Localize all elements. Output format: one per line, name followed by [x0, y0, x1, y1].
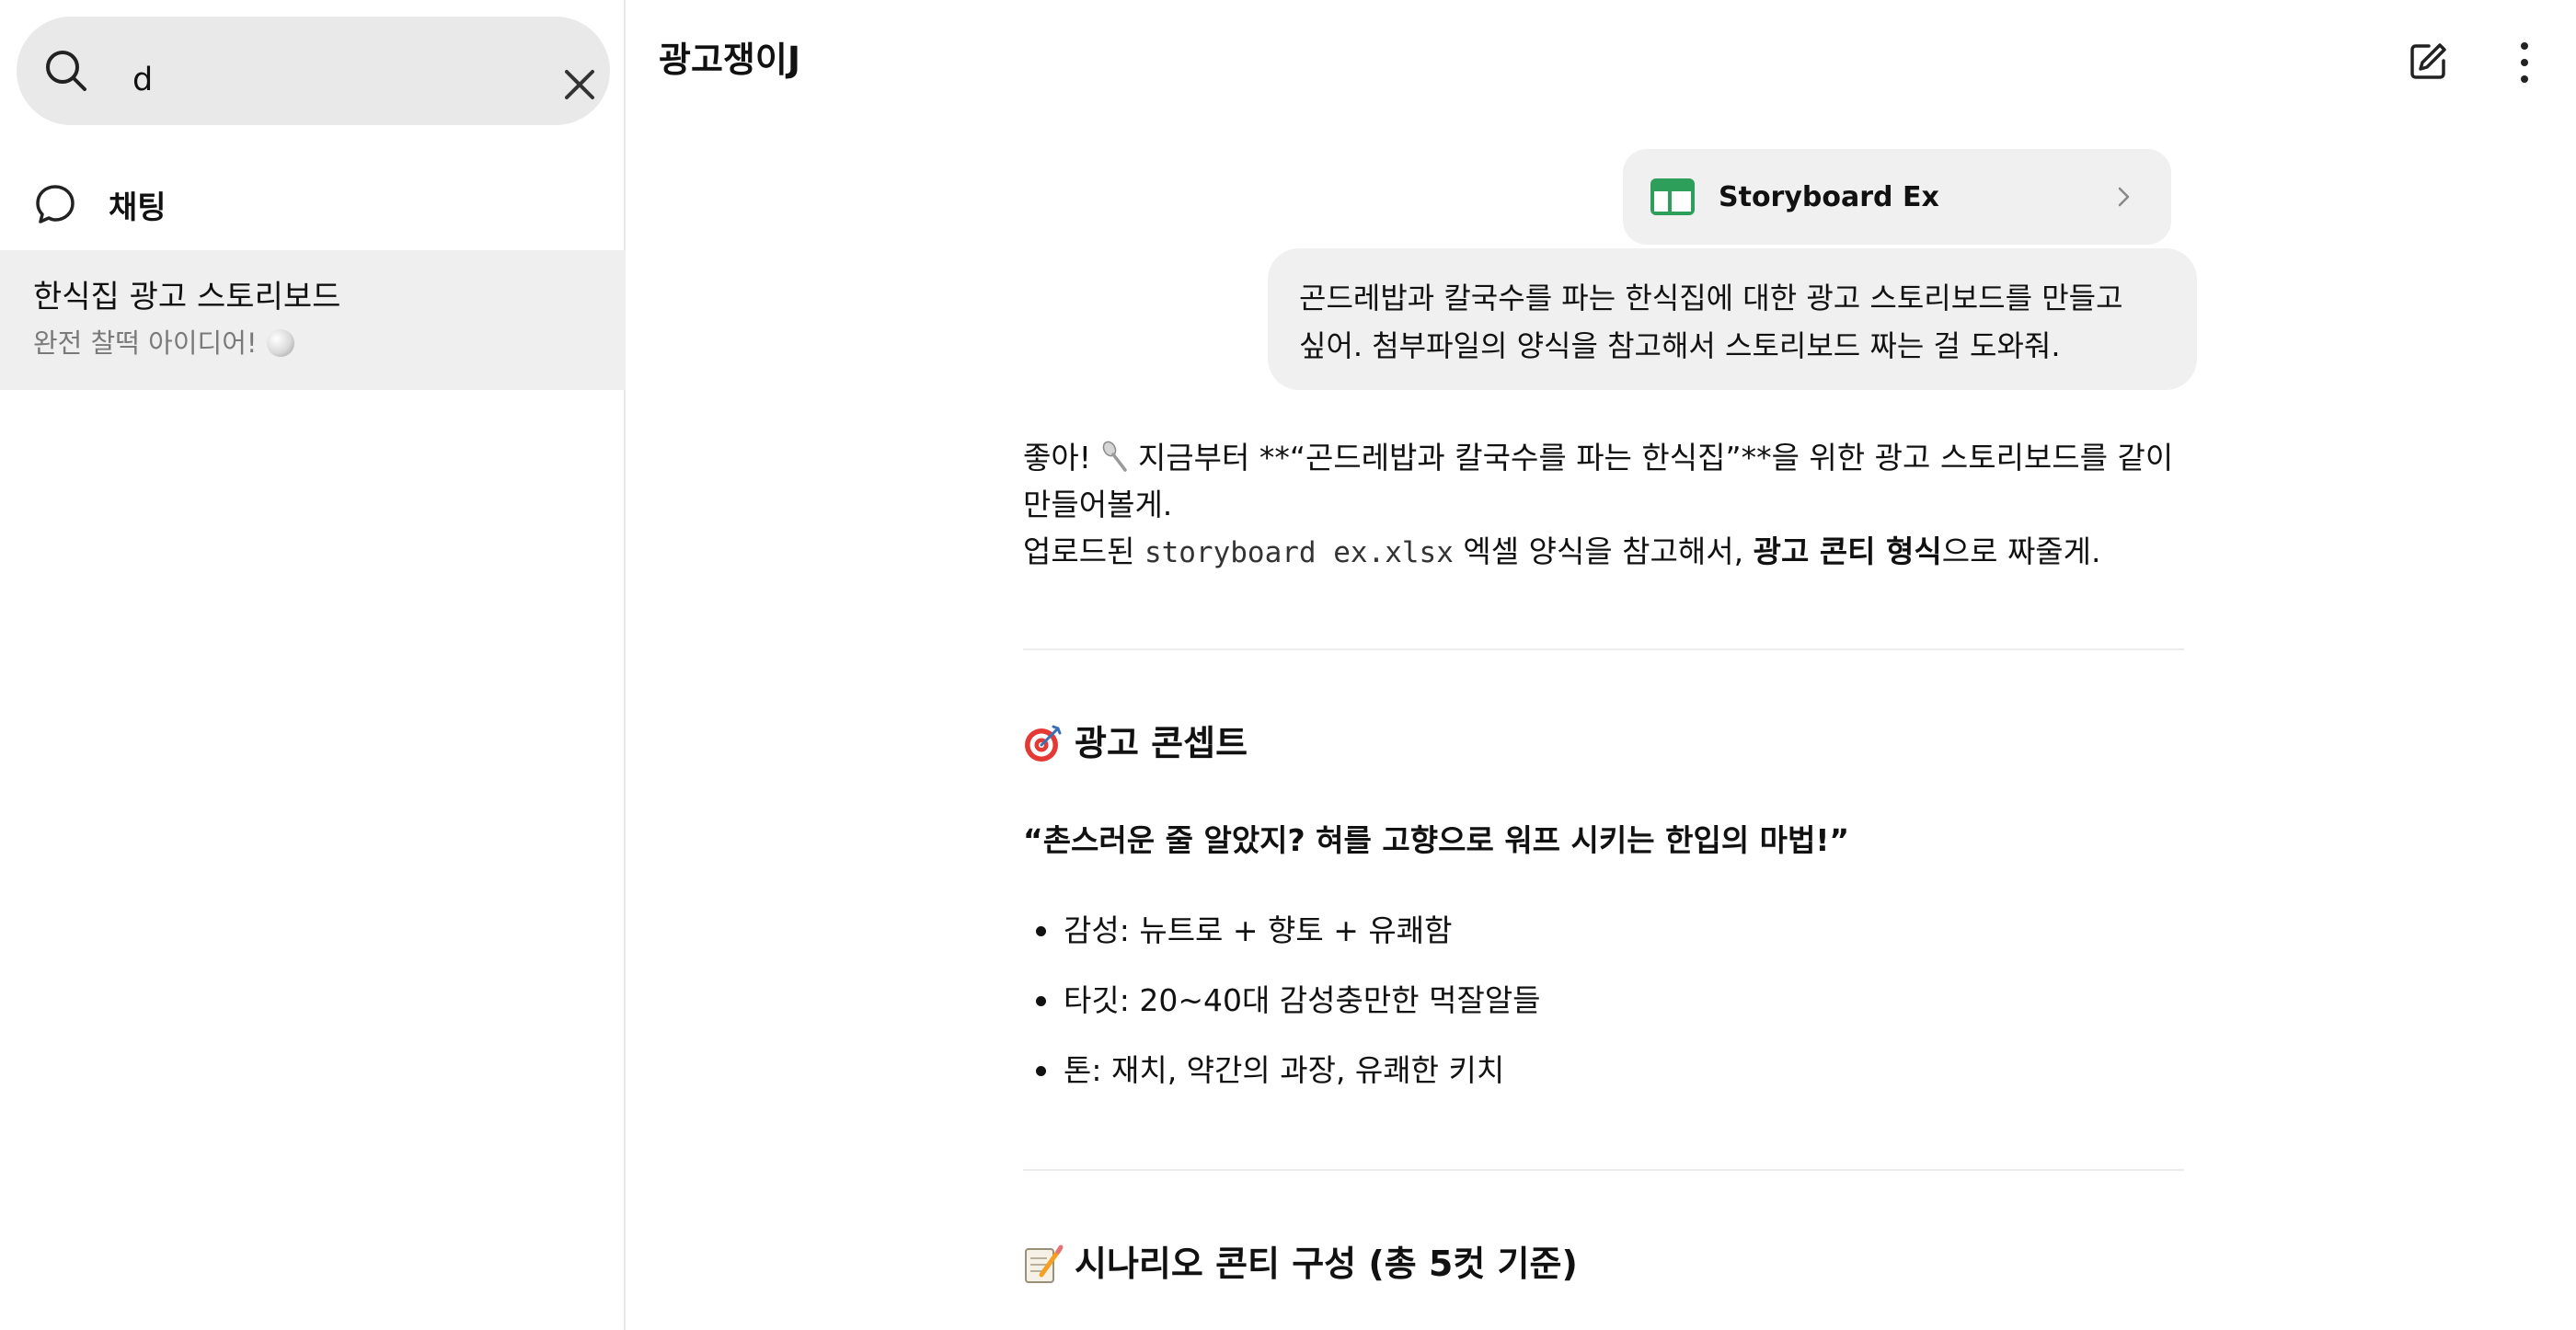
attachment-card[interactable]: Storyboard Ex [1623, 149, 2171, 245]
sidebar: d 채팅 한식집 광고 스토리보드 완전 찰떡 아이디어! [0, 0, 626, 1330]
section-heading: 시나리오 콘티 구성 (총 5컷 기준) [1023, 1244, 1578, 1284]
section-header-chats: 채팅 [33, 180, 167, 228]
user-message-bubble: 곤드레밥과 칼국수를 파는 한식집에 대한 광고 스토리보드를 만들고 싶어. … [1268, 248, 2197, 390]
bullet-list: 감성: 뉴트로 + 향토 + 유쾌함 타깃: 20~40대 감성충만한 먹잘알들… [1036, 915, 1541, 1125]
slogan-text: “촌스러운 줄 알았지? 혀를 고향으로 워프 시키는 한입의 마법!” [1023, 822, 1850, 858]
user-message-line: 싶어. 첨부파일의 양식을 참고해서 스토리보드 짜는 걸 도와줘. [1299, 328, 2061, 363]
search-icon [46, 51, 86, 91]
spoon-icon [1103, 441, 1128, 472]
upload-text: 엑셀 양식을 참고해서, [1453, 533, 1754, 569]
chat-item-snippet: 완전 찰떡 아이디어! [33, 327, 258, 359]
chat-item-title: 한식집 광고 스토리보드 [33, 279, 341, 315]
spreadsheet-icon [1650, 178, 1695, 215]
search-input[interactable]: d [132, 64, 153, 97]
more-options-icon[interactable] [2513, 40, 2536, 85]
upload-text: 업로드된 [1023, 533, 1144, 569]
section-heading-text: 광고 콘셉트 [1075, 723, 1248, 763]
divider [1023, 648, 2184, 650]
section-heading-text: 시나리오 콘티 구성 (총 5컷 기준) [1075, 1244, 1578, 1284]
chat-bubble-icon [36, 185, 75, 224]
attachment-name: Storyboard Ex [1719, 180, 1939, 213]
app-window: d 채팅 한식집 광고 스토리보드 완전 찰떡 아이디어! 광고쟁이J Stor… [0, 0, 2576, 1330]
memo-icon [1025, 1244, 1064, 1283]
upload-paragraph: 업로드된 storyboard ex.xlsx 엑셀 양식을 참고해서, 광고 … [1023, 528, 2201, 577]
target-icon [1025, 725, 1062, 762]
user-message-line: 곤드레밥과 칼국수를 파는 한식집에 대한 광고 스토리보드를 만들고 [1299, 281, 2123, 315]
close-icon[interactable] [559, 64, 600, 105]
file-name-code: storyboard ex.xlsx [1144, 536, 1454, 569]
new-chat-edit-icon[interactable] [2407, 40, 2449, 83]
ball-emoji-icon [266, 329, 294, 357]
upload-text: 으로 짜줄게. [1941, 533, 2101, 569]
list-item: 감성: 뉴트로 + 향토 + 유쾌함 [1036, 915, 1541, 946]
list-item: 타깃: 20~40대 감성충만한 먹잘알들 [1036, 985, 1541, 1015]
section-heading: 광고 콘셉트 [1023, 723, 1248, 763]
intro-paragraph: 좋아! 지금부터 **“곤드레밥과 칼국수를 파는 한식집”**을 위한 광고 … [1023, 434, 2201, 528]
chevron-right-icon [2118, 187, 2130, 207]
section-label: 채팅 [109, 189, 167, 226]
page-title: 광고쟁이J [659, 40, 800, 80]
assistant-intro: 좋아! 지금부터 **“곤드레밥과 칼국수를 파는 한식집”**을 위한 광고 … [1023, 434, 2201, 577]
intro-text: 좋아! [1023, 440, 1101, 476]
divider [1023, 1169, 2184, 1171]
list-item: 톤: 재치, 약간의 과장, 유쾌한 키치 [1036, 1055, 1541, 1085]
chat-list-item[interactable]: 한식집 광고 스토리보드 완전 찰떡 아이디어! [0, 250, 626, 390]
search-bar[interactable]: d [17, 17, 610, 125]
intro-text: 지금부터 **“곤드레밥과 칼국수를 파는 한식집”**을 위한 광고 스토리보… [1023, 440, 2174, 522]
chat-main: 광고쟁이J Storyboard Ex 곤드레밥과 칼국수를 파는 한식집에 대… [627, 0, 2576, 1330]
upload-bold-text: 광고 콘티 형식 [1753, 533, 1942, 569]
